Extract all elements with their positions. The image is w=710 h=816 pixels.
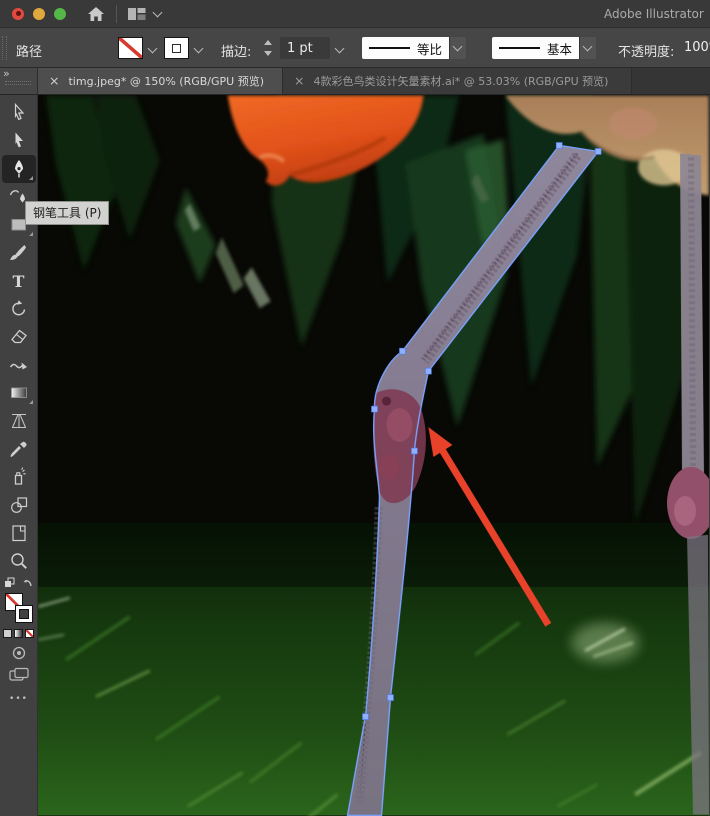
symbol-sprayer-tool[interactable] [2, 463, 36, 491]
panel-collapse-icon[interactable]: » [3, 67, 10, 80]
home-icon [87, 6, 105, 22]
fill-chevron-icon[interactable] [148, 44, 158, 54]
context-label: 路径 [16, 41, 42, 60]
main-area: T [0, 95, 710, 816]
width-profile-value: 等比 [417, 39, 442, 58]
stroke-color-swatch[interactable] [15, 605, 33, 623]
stroke-square-icon [172, 44, 181, 53]
workspace-layout-icon [127, 6, 147, 22]
stepper-up-icon[interactable] [264, 40, 272, 45]
stroke-weight-label: 描边: [221, 41, 251, 60]
type-tool-glyph: T [13, 272, 25, 291]
brush-definition-dropdown[interactable]: 基本 [492, 37, 579, 59]
none-fill-icon [119, 38, 142, 58]
paintbrush-tool[interactable] [2, 239, 36, 267]
opacity-label: 不透明度: [618, 41, 674, 60]
tool-flyout-icon [29, 176, 33, 180]
stroke-chevron-icon[interactable] [194, 44, 204, 54]
rotate-tool[interactable] [2, 295, 36, 323]
close-tab-icon[interactable]: × [294, 75, 304, 88]
brush-definition-chevron[interactable] [579, 37, 596, 59]
width-profile-line-icon [369, 47, 410, 50]
fill-stroke-indicator[interactable] [3, 592, 35, 626]
width-profile-dropdown[interactable]: 等比 [362, 37, 449, 59]
artboard-tool[interactable] [2, 519, 36, 547]
color-mode-buttons [3, 629, 34, 638]
selection-tool[interactable] [2, 127, 36, 155]
opacity-value[interactable]: 100% [684, 40, 710, 55]
perspective-grid-tool[interactable] [2, 407, 36, 435]
chevron-down-icon [153, 7, 163, 17]
eraser-tool[interactable] [2, 323, 36, 351]
document-canvas[interactable] [38, 95, 709, 816]
swap-fill-stroke-icon[interactable] [3, 577, 35, 590]
gradient-tool[interactable] [2, 379, 36, 407]
pen-tool-tooltip: 钢笔工具 (P) [25, 201, 109, 225]
zoom-tool[interactable] [2, 547, 36, 575]
app-title: Adobe Illustrator [604, 7, 710, 21]
tab-label: timg.jpeg* @ 150% (RGB/GPU 预览) [68, 73, 264, 89]
type-tool[interactable]: T [2, 267, 36, 295]
direct-selection-tool[interactable] [2, 99, 36, 127]
panel-grip[interactable] [2, 36, 7, 60]
pen-tool[interactable] [2, 155, 36, 183]
close-tab-icon[interactable]: × [49, 75, 59, 88]
tab-label: 4款彩色鸟类设计矢量素材.ai* @ 53.03% (RGB/GPU 预览) [313, 73, 608, 89]
tab-timg-jpeg[interactable]: × timg.jpeg* @ 150% (RGB/GPU 预览) [38, 68, 282, 94]
shaper-tool[interactable] [2, 351, 36, 379]
tool-flyout-icon [29, 232, 33, 236]
chevron-down-icon [453, 42, 463, 52]
toolbar-header: » [0, 68, 38, 94]
stroke-weight-stepper[interactable] [262, 39, 274, 57]
canvas-artwork [38, 95, 709, 816]
document-tab-bar: » × timg.jpeg* @ 150% (RGB/GPU 预览) × 4款彩… [0, 68, 710, 95]
stepper-down-icon[interactable] [264, 51, 272, 56]
tool-flyout-icon [29, 400, 33, 404]
none-button[interactable] [25, 629, 34, 638]
titlebar-divider [116, 5, 117, 23]
chevron-down-icon [583, 42, 593, 52]
stroke-swatch[interactable] [164, 37, 189, 59]
close-window-button[interactable] [12, 8, 24, 20]
tab-bar-filler [632, 68, 710, 94]
drawing-mode-icon[interactable] [9, 644, 29, 662]
minimize-window-button[interactable] [33, 8, 45, 20]
shape-builder-tool[interactable] [2, 491, 36, 519]
control-bar: 路径 描边: 1 pt 等比 基本 不透明度: 100% [0, 28, 710, 68]
toolbar-grip[interactable] [5, 81, 31, 85]
eyedropper-tool[interactable] [2, 435, 36, 463]
screen-mode-icon[interactable] [8, 666, 30, 684]
color-button[interactable] [3, 629, 12, 638]
home-button[interactable] [84, 4, 108, 24]
toolbar-bottom-controls: ••• [3, 577, 35, 704]
titlebar: Adobe Illustrator [0, 0, 710, 28]
window-controls [12, 8, 66, 20]
workspace-switcher[interactable] [127, 6, 161, 22]
width-profile-chevron[interactable] [449, 37, 466, 59]
gradient-button[interactable] [14, 629, 23, 638]
tab-vector-birds-ai[interactable]: × 4款彩色鸟类设计矢量素材.ai* @ 53.03% (RGB/GPU 预览) [282, 68, 632, 94]
edit-toolbar-button[interactable]: ••• [9, 694, 28, 704]
brush-stroke-line-icon [499, 47, 540, 50]
brush-definition-value: 基本 [547, 39, 572, 58]
fullscreen-window-button[interactable] [54, 8, 66, 20]
illustrator-window: Adobe Illustrator 路径 描边: 1 pt 等比 基本 [0, 0, 710, 816]
stroke-weight-value[interactable]: 1 pt [280, 37, 330, 59]
stroke-weight-chevron-icon[interactable] [335, 44, 345, 54]
grass-tuft-highlight [571, 623, 639, 663]
fill-swatch[interactable] [118, 37, 143, 59]
